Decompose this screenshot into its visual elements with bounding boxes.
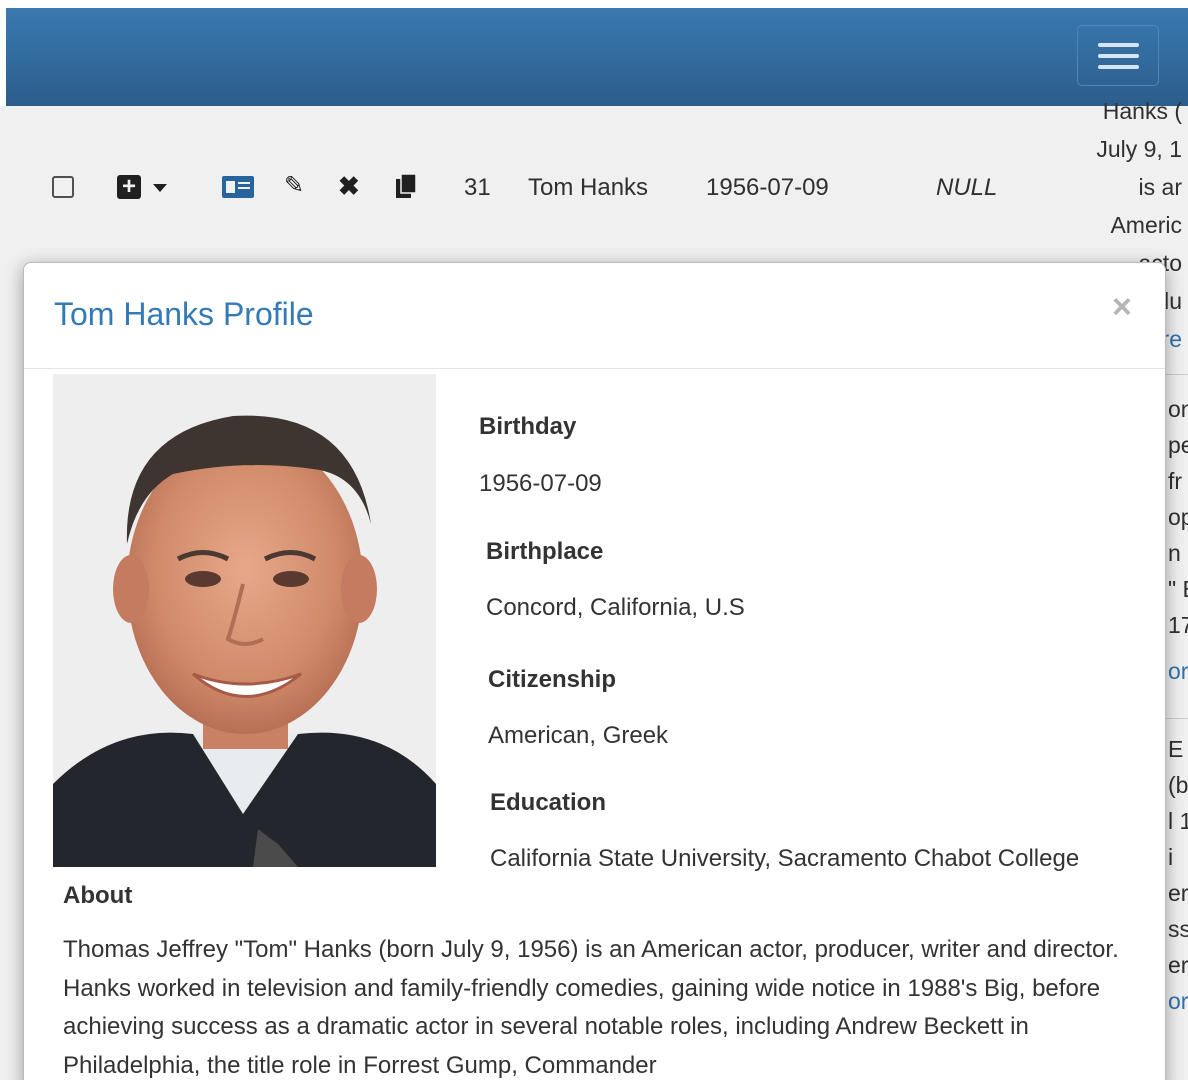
about-text: Thomas Jeffrey "Tom" Hanks (born July 9,…: [63, 936, 1119, 1079]
hamburger-bar: [1098, 43, 1139, 47]
hamburger-menu-button[interactable]: [1077, 25, 1159, 86]
birthday-value: 1956-07-09: [479, 470, 602, 497]
birthplace-value: Concord, California, U.S: [486, 594, 745, 621]
citizenship-value: American, Greek: [488, 722, 669, 749]
citizenship-label: Citizenship: [488, 666, 617, 693]
modal-header: Tom Hanks Profile ×: [24, 263, 1165, 369]
top-navbar: [6, 8, 1188, 106]
close-button[interactable]: ×: [1112, 290, 1132, 324]
birthplace-label: Birthplace: [486, 538, 604, 565]
page: + ✎ ✖ 31 Tom Hanks 1956-07-09 NULL Hanks…: [0, 0, 1188, 1080]
about-label: About: [63, 882, 133, 909]
profile-photo: [53, 374, 436, 867]
hamburger-bar: [1098, 65, 1139, 69]
profile-modal: Tom Hanks Profile × Birthday 1956-07-09 …: [23, 262, 1166, 1080]
education-value: California State University, Sacramento …: [490, 845, 1080, 872]
birthday-label: Birthday: [479, 413, 577, 440]
hamburger-bar: [1098, 54, 1139, 58]
modal-title: Tom Hanks Profile: [54, 296, 314, 332]
education-label: Education: [490, 789, 607, 816]
